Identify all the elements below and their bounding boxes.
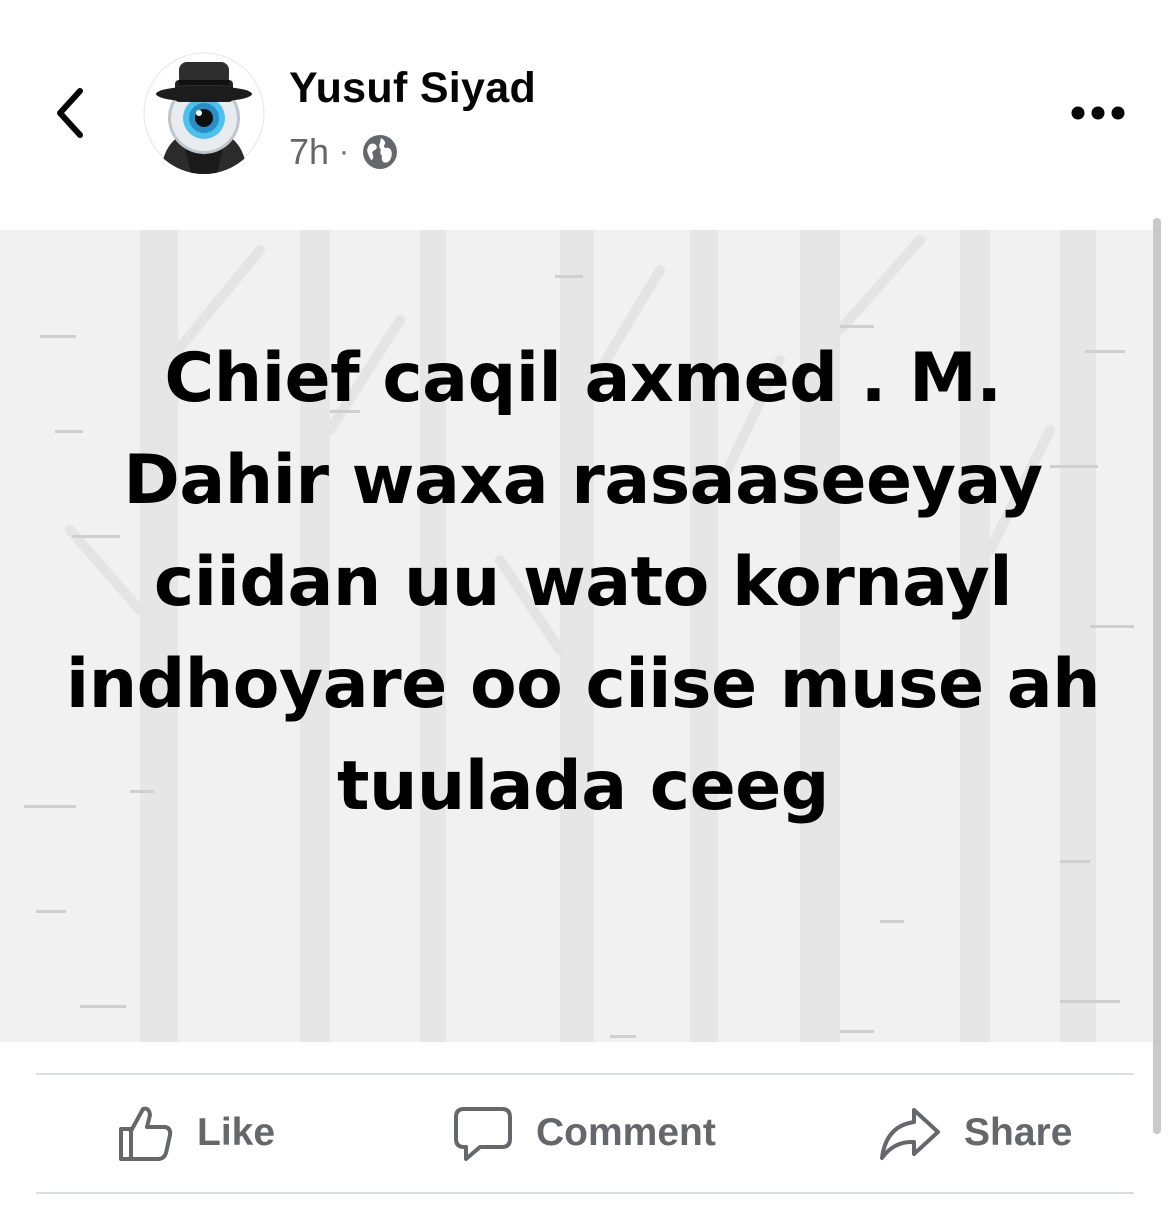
post-background: Chief caqil axmed . M. Dahir waxa rasaas…	[0, 230, 1155, 1042]
share-label: Share	[964, 1111, 1073, 1154]
thumbs-up-icon	[119, 1106, 173, 1161]
back-button[interactable]	[40, 78, 100, 148]
meta-separator: ·	[339, 135, 350, 168]
comment-bubble-icon	[454, 1107, 512, 1161]
divider	[36, 1192, 1134, 1194]
chevron-left-icon	[57, 88, 83, 138]
comment-label: Comment	[536, 1111, 716, 1154]
more-horizontal-icon	[1071, 106, 1125, 120]
post-text: Chief caqil axmed . M. Dahir waxa rasaas…	[65, 339, 1101, 826]
avatar[interactable]	[143, 52, 265, 174]
share-button[interactable]: Share	[878, 1098, 1072, 1168]
post-timestamp[interactable]: 7h	[289, 131, 329, 173]
divider	[36, 1073, 1134, 1075]
globe-icon	[363, 135, 398, 169]
more-options-button[interactable]	[1066, 95, 1130, 131]
share-arrow-icon	[880, 1108, 940, 1160]
like-label: Like	[197, 1111, 276, 1154]
like-button[interactable]: Like	[115, 1098, 275, 1168]
comment-button[interactable]: Comment	[452, 1098, 716, 1168]
author-name[interactable]: Yusuf Siyad	[289, 64, 536, 113]
post-header: Yusuf Siyad 7h ·	[0, 0, 1170, 228]
post-meta: 7h ·	[289, 130, 399, 174]
scrollbar[interactable]	[1153, 218, 1161, 1134]
